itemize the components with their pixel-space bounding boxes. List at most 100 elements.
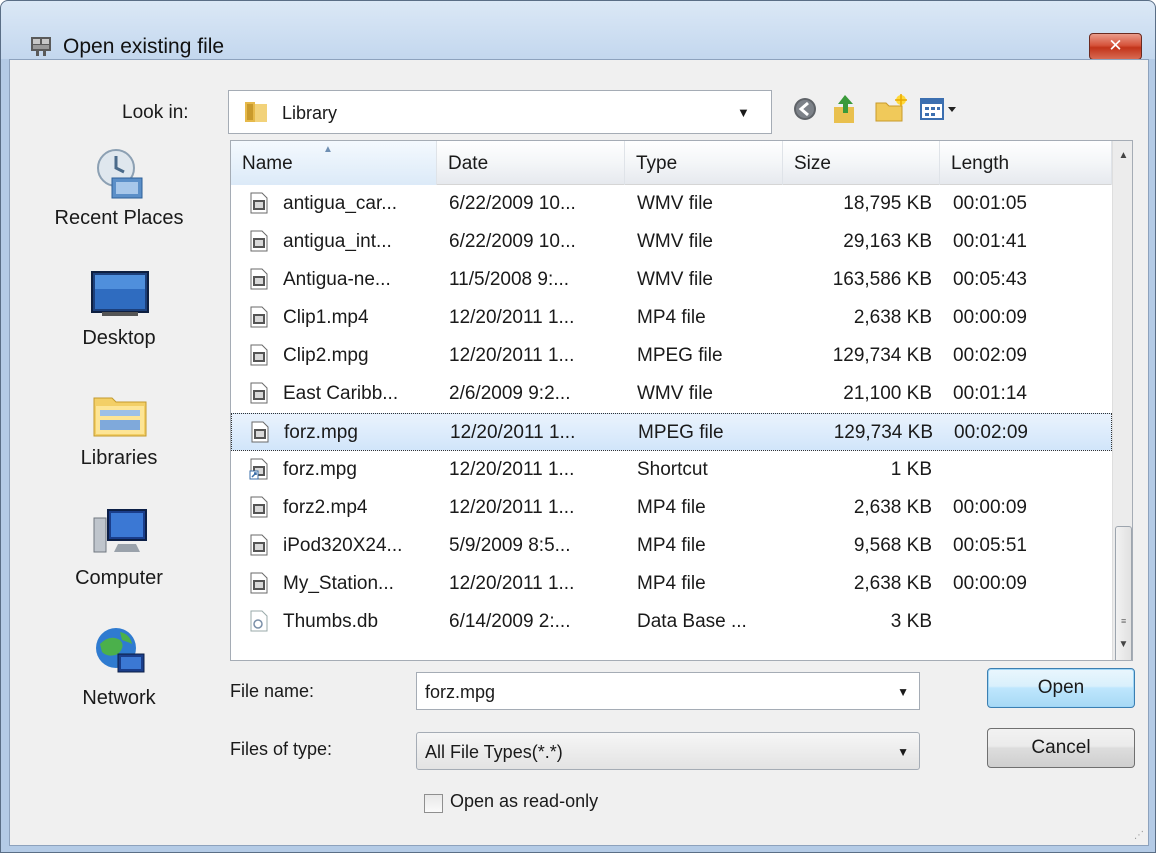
place-desktop[interactable]: Desktop: [34, 264, 204, 382]
column-header-label: Length: [951, 153, 1010, 174]
back-icon[interactable]: [788, 91, 826, 127]
computer-icon: [93, 509, 147, 553]
network-icon: [96, 628, 145, 673]
look-in-value: Library: [282, 103, 338, 123]
grip-icon: ≡: [1121, 616, 1127, 626]
cell-size: 2,638 KB: [853, 497, 932, 518]
new-folder-icon[interactable]: [872, 91, 910, 127]
video-file-icon: [250, 306, 268, 328]
scroll-down-icon[interactable]: ▼: [1113, 630, 1132, 660]
scroll-up-icon[interactable]: ▲: [1113, 141, 1132, 171]
read-only-checkbox[interactable]: [424, 794, 443, 813]
column-header-length[interactable]: Length: [940, 141, 1112, 185]
column-header-date[interactable]: Date: [437, 141, 625, 185]
file-type-select[interactable]: All File Types(*.*) ▼: [416, 732, 920, 770]
cell-name: Thumbs.db: [283, 611, 379, 632]
desktop-icon: [91, 271, 149, 316]
cell-size: 18,795 KB: [843, 193, 932, 214]
cell-date: 2/6/2009 9:2...: [449, 383, 571, 404]
table-row[interactable]: forz.mpg 12/20/2011 1... Shortcut 1 KB: [231, 451, 1112, 489]
view-menu-icon[interactable]: [918, 91, 962, 127]
chevron-down-icon[interactable]: ▼: [897, 685, 909, 699]
cell-type: MPEG file: [638, 422, 724, 443]
recent-places-icon: [97, 149, 143, 199]
cell-date: 12/20/2011 1...: [449, 573, 575, 594]
file-name-input[interactable]: forz.mpg ▼: [416, 672, 920, 710]
column-header-label: Date: [448, 153, 489, 174]
cell-size: 29,163 KB: [843, 231, 932, 252]
table-row[interactable]: Thumbs.db 6/14/2009 2:... Data Base ... 3 K…: [231, 603, 1112, 641]
cell-size: 3 KB: [890, 611, 932, 632]
table-row[interactable]: Clip1.mp4 12/20/2011 1... MP4 file 2,638 KB…: [231, 299, 1112, 337]
column-header-size[interactable]: Size: [783, 141, 940, 185]
cell-size: 2,638 KB: [853, 307, 932, 328]
cell-length: 00:00:09: [953, 573, 1027, 594]
cell-date: 12/20/2011 1...: [449, 345, 575, 366]
cell-length: 00:01:05: [953, 193, 1027, 214]
cell-type: WMV file: [637, 269, 713, 290]
table-row[interactable]: forz2.mp4 12/20/2011 1... MP4 file 2,638 KB…: [231, 489, 1112, 527]
cell-size: 2,638 KB: [853, 573, 932, 594]
cell-type: MPEG file: [637, 345, 723, 366]
table-row[interactable]: Antigua-ne... 11/5/2008 9:... WMV file 163,…: [231, 261, 1112, 299]
video-file-icon: [250, 496, 268, 518]
cell-name: antigua_car...: [283, 193, 398, 214]
cancel-button[interactable]: Cancel: [987, 728, 1135, 768]
table-row[interactable]: antigua_int... 6/22/2009 10... WMV file 29,…: [231, 223, 1112, 261]
cell-type: WMV file: [637, 383, 713, 404]
cell-date: 12/20/2011 1...: [449, 307, 575, 328]
look-in-combo[interactable]: Library ▼: [228, 90, 772, 134]
cell-date: 6/22/2009 10...: [449, 231, 576, 252]
place-computer[interactable]: Computer: [34, 504, 204, 622]
table-row[interactable]: Clip2.mpg 12/20/2011 1... MPEG file 129,734…: [231, 337, 1112, 375]
cell-type: WMV file: [637, 193, 713, 214]
open-file-dialog: Open existing file ✕ Look in: Library ▼: [0, 0, 1156, 853]
cell-length: 00:00:09: [953, 497, 1027, 518]
cell-size: 9,568 KB: [853, 535, 932, 556]
cell-name: Antigua-ne...: [283, 269, 391, 290]
video-file-icon: [250, 268, 268, 290]
video-file-icon: [250, 382, 268, 404]
cell-date: 6/14/2009 2:...: [449, 611, 571, 632]
place-libraries[interactable]: Libraries: [34, 384, 204, 502]
up-folder-icon[interactable]: [828, 91, 866, 127]
video-file-icon: [250, 230, 268, 252]
file-name-label: File name:: [230, 681, 315, 701]
cell-size: 129,734 KB: [832, 345, 932, 366]
vertical-scrollbar[interactable]: ▲ ≡ ▼: [1112, 141, 1132, 660]
read-only-label[interactable]: Open as read-only: [450, 791, 598, 812]
file-list[interactable]: Name ▲ Date Type Size Length antigua_car…: [230, 140, 1133, 661]
place-label: Desktop: [82, 327, 156, 349]
shortcut-icon: [249, 458, 268, 480]
table-row[interactable]: forz.mpg 12/20/2011 1... MPEG file 129,734 …: [231, 413, 1112, 451]
file-type-label: Files of type:: [230, 739, 333, 759]
column-header-name[interactable]: Name ▲: [231, 141, 437, 185]
table-row[interactable]: East Caribb... 2/6/2009 9:2... WMV file 21,…: [231, 375, 1112, 413]
cell-type: Shortcut: [637, 459, 708, 480]
resize-grip-icon[interactable]: ⋰: [1134, 830, 1144, 841]
cell-name: antigua_int...: [283, 231, 392, 252]
cell-length: 00:00:09: [953, 307, 1027, 328]
cell-type: WMV file: [637, 231, 713, 252]
cell-date: 12/20/2011 1...: [450, 422, 576, 443]
column-header-label: Size: [794, 153, 831, 174]
file-type-value: All File Types(*.*): [425, 742, 563, 762]
table-row[interactable]: My_Station... 12/20/2011 1... MP4 file 2,63…: [231, 565, 1112, 603]
column-header-type[interactable]: Type: [625, 141, 783, 185]
open-button[interactable]: Open: [987, 668, 1135, 708]
close-button[interactable]: ✕: [1089, 33, 1142, 60]
place-recent-places[interactable]: Recent Places: [34, 144, 204, 262]
cell-type: MP4 file: [637, 573, 706, 594]
chevron-down-icon[interactable]: ▼: [897, 745, 909, 759]
cell-name: Clip1.mp4: [283, 307, 369, 328]
table-row[interactable]: iPod320X24... 5/9/2009 8:5... MP4 file 9,56…: [231, 527, 1112, 565]
title-bar[interactable]: Open existing file ✕: [1, 1, 1155, 60]
dialog-body: Look in: Library ▼ Recent Places Desktop…: [9, 59, 1149, 846]
table-row[interactable]: antigua_car... 6/22/2009 10... WMV file 18,…: [231, 185, 1112, 223]
video-file-icon: [250, 344, 268, 366]
place-network[interactable]: Network: [34, 624, 204, 742]
chevron-down-icon[interactable]: ▼: [737, 105, 750, 120]
place-label: Libraries: [80, 447, 158, 469]
video-file-icon: [251, 421, 269, 443]
cell-length: 00:02:09: [954, 422, 1028, 443]
